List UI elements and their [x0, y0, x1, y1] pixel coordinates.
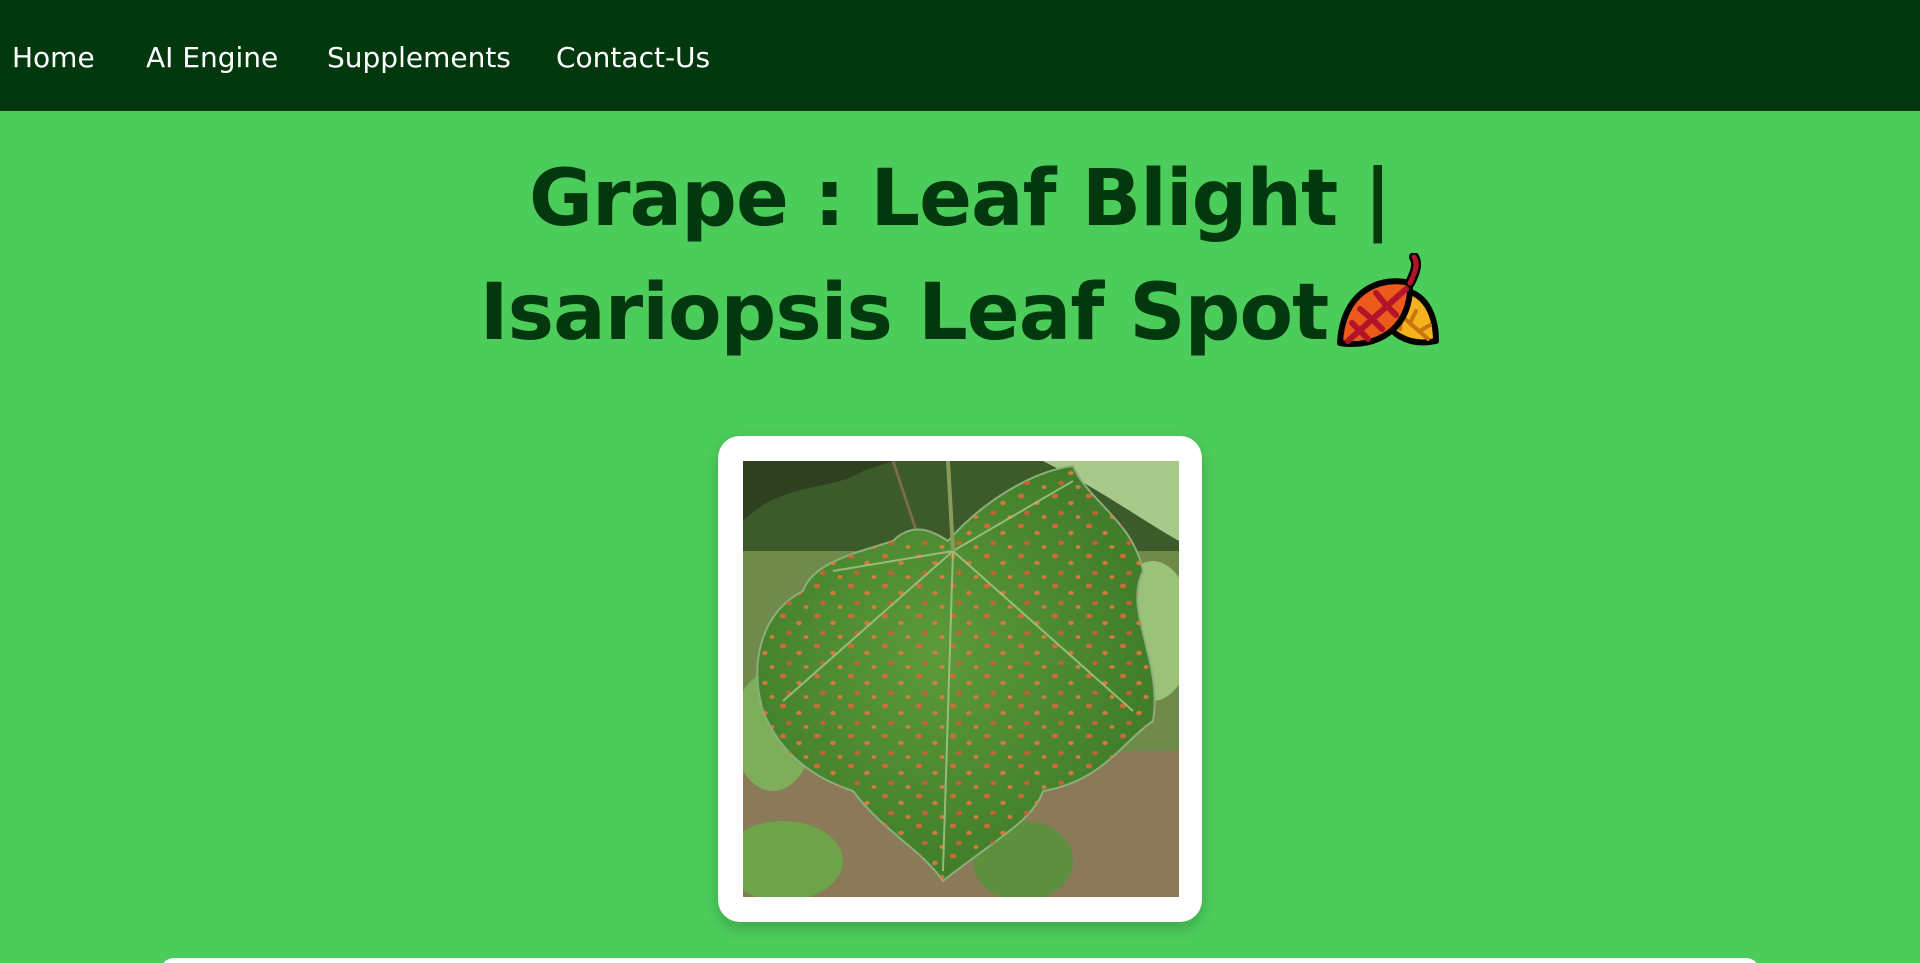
nav-home-link[interactable]: Home: [12, 39, 95, 77]
content-card: [160, 958, 1760, 963]
fallen-leaf-icon: [1337, 253, 1440, 347]
image-card: [718, 436, 1202, 922]
nav-contact-us-link[interactable]: Contact-Us: [556, 39, 710, 77]
page-title: Grape : Leaf Blight | Isariopsis Leaf Sp…: [310, 145, 1610, 367]
leaf-photo: [743, 461, 1179, 897]
leaf-photo-illustration: [743, 461, 1179, 897]
top-navbar: Home AI Engine Supplements Contact-Us: [0, 0, 1920, 111]
page-title-text: Grape : Leaf Blight | Isariopsis Leaf Sp…: [479, 154, 1392, 358]
title-section: Grape : Leaf Blight | Isariopsis Leaf Sp…: [0, 145, 1920, 367]
nav-ai-engine-link[interactable]: AI Engine: [146, 39, 278, 77]
nav-supplements-link[interactable]: Supplements: [327, 39, 511, 77]
